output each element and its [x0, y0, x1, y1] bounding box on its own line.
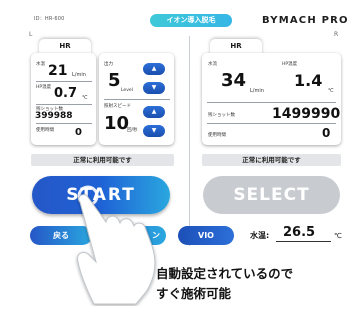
divider-line	[36, 81, 92, 82]
water-temp-footer-value: 26.5	[283, 225, 316, 240]
output-value: 5	[108, 70, 121, 91]
output-unit: Level	[121, 88, 133, 93]
shots-right-value: 1499990	[272, 106, 341, 122]
divider-line	[207, 102, 336, 103]
speed-value: 10	[104, 113, 130, 134]
output-up-button[interactable]: ▲	[143, 63, 165, 75]
speed-unit: 回/秒	[127, 128, 138, 133]
output-label: 出力	[104, 62, 113, 67]
shots-right-label: 残ショット数	[208, 113, 235, 118]
hand-pointer-icon	[77, 185, 156, 305]
chevron-up-icon: ▲	[151, 108, 157, 115]
divider-line	[36, 123, 92, 124]
hp-temp-right-label: HP温度	[282, 62, 298, 67]
usage-time-right-value: 0	[322, 126, 331, 140]
speed-label: 照射スピード	[104, 104, 131, 109]
speed-down-button[interactable]: ▼	[143, 125, 165, 137]
flow-label: 水流	[208, 62, 217, 67]
speed-up-button[interactable]: ▲	[143, 106, 165, 118]
caption-line-2: すぐ施術可能	[156, 286, 232, 301]
hp-temp-label: HP温度	[36, 85, 52, 90]
select-button[interactable]: SELECT	[203, 176, 340, 214]
panel-divider	[189, 36, 190, 246]
output-down-button[interactable]: ▼	[143, 82, 165, 94]
divider-line	[36, 104, 92, 105]
water-temp-unit: L/min	[72, 72, 86, 78]
mode-pill: イオン導入脱毛	[150, 14, 232, 27]
water-temp-footer-unit: ℃	[334, 232, 342, 240]
hp-temp-right-unit: ℃	[328, 88, 334, 94]
usage-time-label: 使用時間	[36, 128, 54, 133]
usage-time-value: 0	[75, 127, 82, 138]
model-id: ID：HR-600	[34, 16, 65, 22]
usage-time-right-label: 使用時間	[208, 133, 226, 138]
chevron-up-icon: ▲	[151, 65, 157, 72]
caption-line-1: 自動設定されているので	[156, 266, 294, 281]
water-temp-value: 21	[48, 63, 68, 79]
divider-line	[104, 99, 170, 100]
right-status: 正常に利用可能です	[202, 154, 341, 166]
left-marker: L	[29, 31, 33, 38]
divider-line	[207, 123, 336, 124]
flow-value: 34	[221, 70, 247, 91]
left-status: 正常に利用可能です	[31, 154, 174, 166]
water-temp-underline	[276, 241, 331, 242]
chevron-down-icon: ▼	[151, 84, 157, 91]
flow-unit: L/min	[250, 88, 264, 94]
water-temp-footer-label: 水温:	[250, 231, 270, 240]
vio-button[interactable]: VIO	[178, 226, 234, 245]
hp-temp-unit: ℃	[82, 95, 88, 101]
shots-value: 399988	[35, 111, 73, 121]
chevron-down-icon: ▼	[151, 127, 157, 134]
brand-logo: BYMACH PRO	[262, 15, 349, 26]
right-marker: R	[334, 31, 339, 38]
water-temp-label: 水温	[36, 62, 45, 67]
hp-temp-right-value: 1.4	[294, 71, 323, 90]
hp-temp-value: 0.7	[54, 86, 78, 101]
